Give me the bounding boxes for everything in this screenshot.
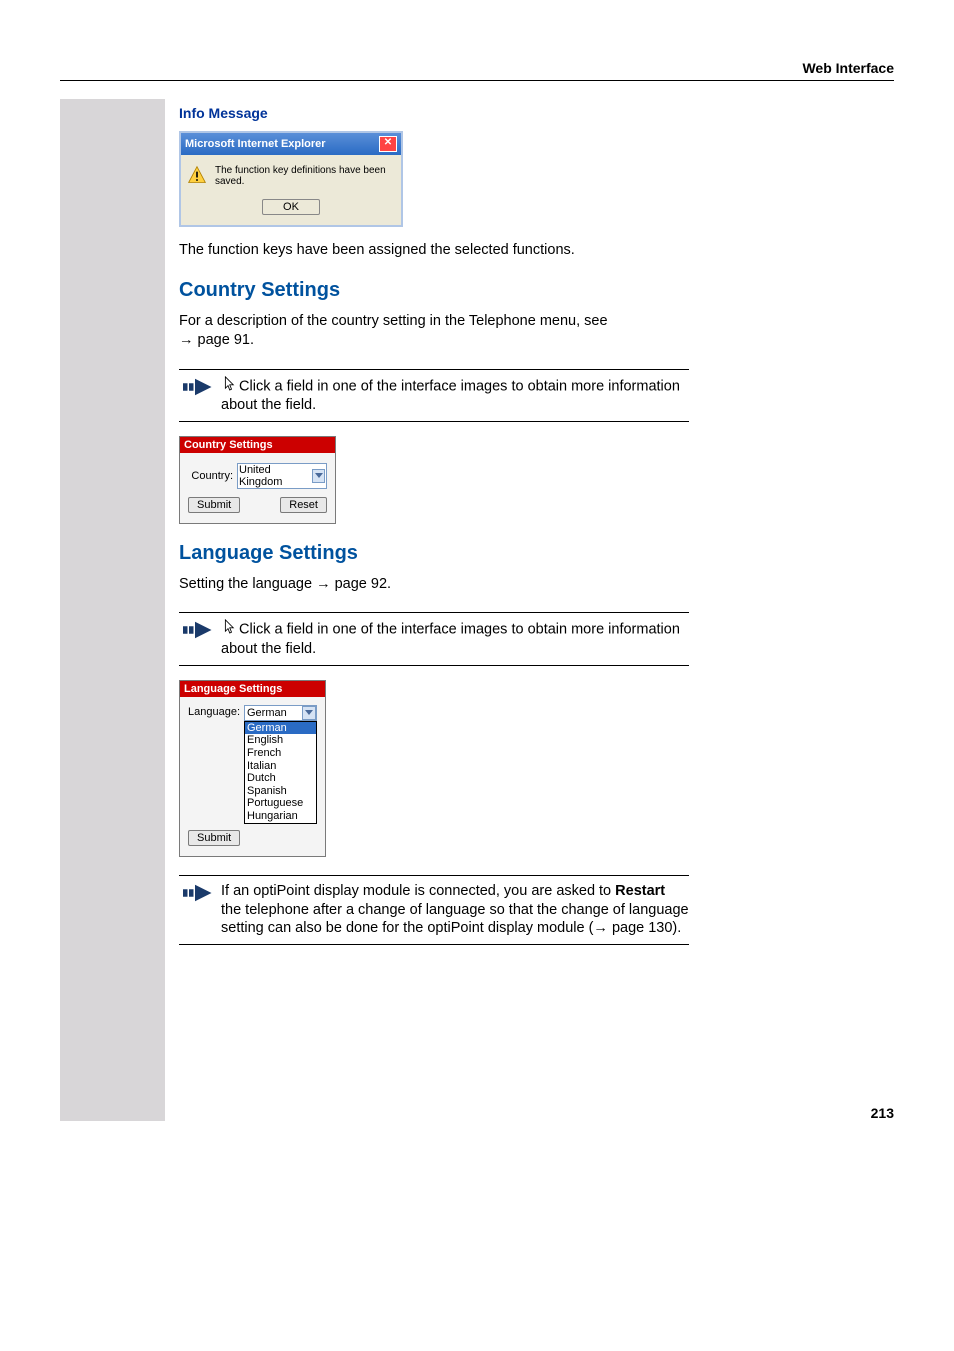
left-margin-rail: [60, 99, 165, 1121]
language-option[interactable]: Spanish: [245, 785, 316, 798]
dialog-message: The function key definitions have been s…: [215, 165, 395, 187]
note-arrow-icon: [183, 378, 213, 398]
language-option[interactable]: English: [245, 734, 316, 747]
restart-bold: Restart: [615, 883, 665, 899]
language-select[interactable]: German: [244, 705, 317, 721]
info-message-heading: Info Message: [179, 105, 894, 121]
language-option[interactable]: Italian: [245, 760, 316, 773]
arrow-icon: →: [179, 332, 198, 348]
country-panel-title: Country Settings: [180, 437, 335, 453]
page-header: Web Interface: [60, 60, 894, 81]
dialog-box: Microsoft Internet Explorer ✕ The functi…: [179, 131, 403, 227]
warning-icon: [187, 165, 207, 185]
note-arrow-icon: [183, 884, 213, 904]
submit-button[interactable]: Submit: [188, 830, 240, 846]
language-desc: Setting the language → page 92.: [179, 575, 689, 595]
language-panel-title: Language Settings: [180, 681, 325, 697]
language-label: Language:: [188, 705, 240, 824]
country-settings-heading: Country Settings: [179, 279, 894, 302]
country-label: Country:: [188, 470, 233, 482]
language-option[interactable]: French: [245, 747, 316, 760]
page-number: 213: [179, 1105, 894, 1121]
info-message-after-text: The function keys have been assigned the…: [179, 241, 689, 261]
country-select[interactable]: United Kingdom: [237, 463, 327, 489]
language-option[interactable]: Portuguese: [245, 797, 316, 810]
ok-button[interactable]: OK: [262, 199, 320, 215]
note-block-language: Click a field in one of the interface im…: [179, 612, 689, 665]
chevron-down-icon[interactable]: [312, 469, 325, 483]
note-block-country: Click a field in one of the interface im…: [179, 369, 689, 422]
language-dropdown-list[interactable]: German English French Italian Dutch Span…: [244, 721, 317, 824]
language-option[interactable]: Dutch: [245, 772, 316, 785]
chevron-down-icon[interactable]: [302, 706, 316, 720]
language-option[interactable]: German: [245, 722, 316, 735]
page-ref-92[interactable]: page 92: [335, 576, 387, 592]
language-option[interactable]: Hungarian: [245, 810, 316, 823]
cursor-icon: [221, 376, 235, 392]
note-block-restart: If an optiPoint display module is connec…: [179, 875, 689, 946]
close-icon[interactable]: ✕: [379, 136, 397, 152]
reset-button[interactable]: Reset: [280, 497, 327, 513]
page-ref-91[interactable]: page 91: [198, 332, 250, 348]
country-desc: For a description of the country setting…: [179, 312, 689, 351]
dialog-title-text: Microsoft Internet Explorer: [185, 138, 326, 150]
arrow-icon: →: [316, 576, 335, 592]
submit-button[interactable]: Submit: [188, 497, 240, 513]
page-ref-130[interactable]: page 130: [612, 920, 672, 936]
country-settings-panel: Country Settings Country: United Kingdom…: [179, 436, 336, 524]
language-settings-panel: Language Settings Language: German Germa…: [179, 680, 326, 857]
language-settings-heading: Language Settings: [179, 542, 894, 565]
cursor-icon: [221, 619, 235, 635]
dialog-titlebar: Microsoft Internet Explorer ✕: [181, 133, 401, 155]
note-arrow-icon: [183, 621, 213, 641]
